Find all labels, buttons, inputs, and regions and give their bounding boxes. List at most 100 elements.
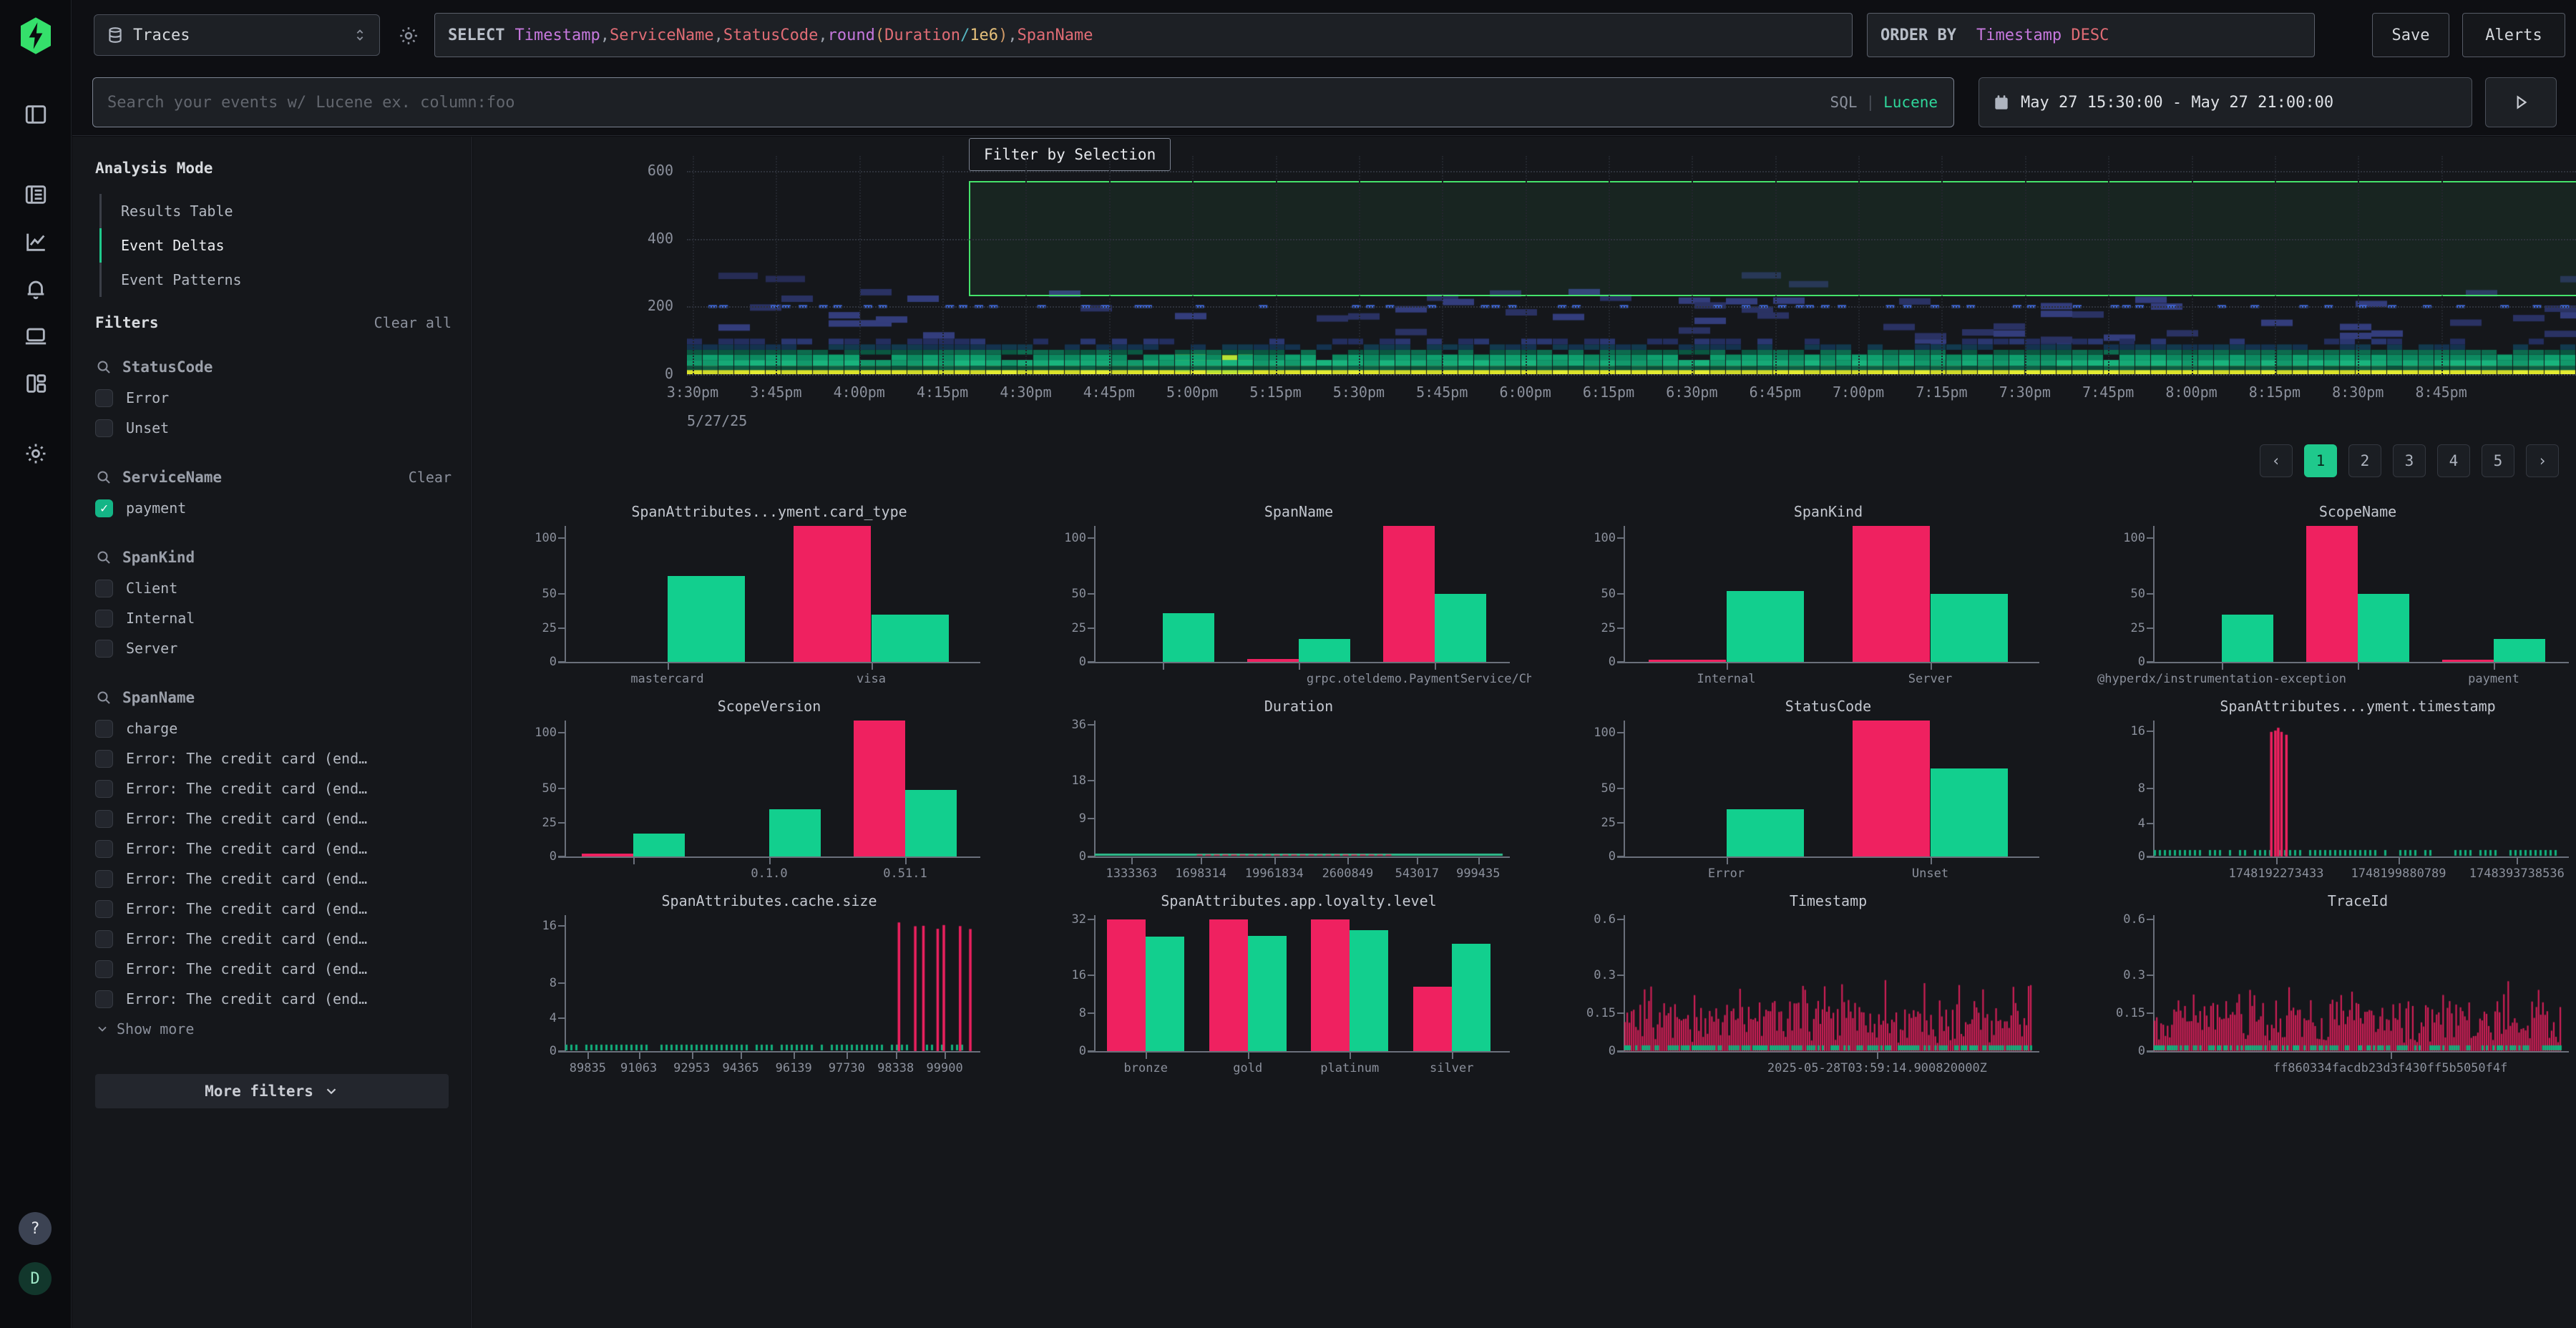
run-query-button[interactable] — [2485, 77, 2557, 127]
y-tick-label: 0 — [2095, 655, 2145, 669]
select-chevrons-icon — [352, 27, 368, 43]
pagination-page-4[interactable]: 4 — [2437, 444, 2470, 477]
analysis-mode-item-results-table[interactable]: Results Table — [99, 194, 457, 228]
x-tick-label: 1333363 — [1106, 866, 1157, 881]
analysis-mode-item-event-patterns[interactable]: Event Patterns — [99, 263, 457, 297]
outlier-bar — [794, 526, 871, 662]
filter-checkbox[interactable] — [95, 720, 113, 738]
filter-option[interactable]: Server — [95, 633, 466, 663]
filter-option[interactable]: Error: The credit card (end… — [95, 924, 466, 954]
filter-option[interactable]: Error: The credit card (end… — [95, 954, 466, 984]
filter-option[interactable]: Error: The credit card (end… — [95, 743, 466, 773]
filter-option[interactable]: Error: The credit card (end… — [95, 804, 466, 834]
search-input[interactable] — [93, 94, 1830, 112]
filter-option[interactable]: Error: The credit card (end… — [95, 773, 466, 804]
inlier-bar — [872, 615, 949, 663]
filter-checkbox[interactable] — [95, 900, 113, 918]
y-tick — [558, 537, 565, 539]
x-tick — [1274, 858, 1276, 864]
filter-checkbox[interactable] — [95, 990, 113, 1008]
query-language-toggle[interactable]: SQL | Lucene — [1830, 94, 1953, 111]
outlier-bar — [582, 854, 633, 856]
filter-option[interactable]: Error — [95, 383, 466, 413]
heatmap-v-gridline — [776, 156, 777, 374]
inlier-bar — [1452, 944, 1491, 1051]
pagination-page-2[interactable]: 2 — [2348, 444, 2381, 477]
filter-checkbox[interactable] — [95, 419, 113, 437]
filter-option[interactable]: charge — [95, 713, 466, 743]
filter-checkbox[interactable] — [95, 610, 113, 628]
heatmap-y-tick-label: 0 — [623, 365, 673, 382]
filter-by-selection-tooltip[interactable]: Filter by Selection — [969, 138, 1171, 171]
pagination-page-3[interactable]: 3 — [2393, 444, 2426, 477]
save-button[interactable]: Save — [2372, 13, 2449, 57]
filter-option-label: Error: The credit card (end… — [126, 810, 367, 827]
filter-group-clear-link[interactable]: Clear — [409, 469, 452, 486]
source-selector[interactable]: Traces — [94, 14, 380, 56]
y-tick-label: 50 — [1566, 781, 1616, 796]
query-token: , — [1008, 26, 1017, 44]
filter-checkbox[interactable] — [95, 640, 113, 658]
heatmap-v-gridline — [1359, 156, 1360, 374]
filter-option[interactable]: Error: The credit card (end… — [95, 894, 466, 924]
show-more-link[interactable]: Show more — [95, 1014, 466, 1044]
filter-checkbox[interactable] — [95, 810, 113, 828]
y-tick — [1617, 661, 1624, 663]
x-tick — [1931, 663, 1932, 670]
hyperdx-logo-icon[interactable] — [16, 16, 56, 56]
x-tick — [1877, 1053, 1878, 1059]
avatar[interactable]: D — [19, 1262, 52, 1295]
filter-checkbox[interactable] — [95, 389, 113, 407]
filter-option[interactable]: Internal — [95, 603, 466, 633]
filter-option[interactable]: Error: The credit card (end… — [95, 864, 466, 894]
alerts-bell-icon[interactable] — [21, 275, 50, 303]
query-token: Duration — [884, 26, 960, 44]
inlier-bar — [1299, 639, 1350, 662]
x-tick-label: visa — [857, 672, 886, 686]
x-tick — [2391, 1053, 2392, 1059]
filter-checkbox[interactable] — [95, 750, 113, 768]
heatmap-x-tick-label: 5:00pm — [1166, 384, 1218, 401]
sql-mode-option[interactable]: SQL — [1830, 94, 1858, 111]
filter-checkbox[interactable] — [95, 870, 113, 888]
filter-option[interactable]: Error: The credit card (end… — [95, 984, 466, 1014]
dashboards-icon[interactable] — [21, 369, 50, 398]
order-by-input[interactable]: ORDER BY Timestamp DESC — [1867, 13, 2315, 57]
filter-checkbox[interactable] — [95, 840, 113, 858]
search-icon — [95, 689, 112, 706]
filter-checkbox[interactable] — [95, 960, 113, 978]
filter-checkbox[interactable] — [95, 780, 113, 798]
analysis-mode-item-event-deltas[interactable]: Event Deltas — [99, 228, 457, 263]
pagination-prev-button[interactable]: ‹ — [2260, 444, 2293, 477]
histogram-y-axis — [1624, 721, 1625, 858]
source-settings-gear-icon[interactable] — [393, 20, 424, 52]
event-feed-icon[interactable] — [21, 180, 50, 209]
lucene-mode-option[interactable]: Lucene — [1883, 94, 1938, 111]
filter-checkbox[interactable] — [95, 580, 113, 597]
x-tick — [1201, 858, 1202, 864]
pagination-page-1[interactable]: 1 — [2304, 444, 2337, 477]
client-sessions-icon[interactable] — [21, 322, 50, 351]
filter-option[interactable]: Client — [95, 573, 466, 603]
time-range-picker[interactable]: May 27 15:30:00 - May 27 21:00:00 — [1979, 77, 2472, 127]
filter-option[interactable]: ✓payment — [95, 493, 466, 523]
pagination-next-button[interactable]: › — [2526, 444, 2559, 477]
filter-option[interactable]: Unset — [95, 413, 466, 443]
chevron-down-icon — [95, 1022, 109, 1036]
filter-checkbox[interactable]: ✓ — [95, 499, 113, 517]
more-filters-button[interactable]: More filters — [95, 1074, 449, 1108]
chart-explorer-icon[interactable] — [21, 228, 50, 256]
pagination-page-5[interactable]: 5 — [2482, 444, 2514, 477]
alerts-button[interactable]: Alerts — [2462, 13, 2565, 57]
panel-left-icon[interactable] — [21, 100, 50, 129]
y-tick-label: 8 — [1036, 1006, 1086, 1020]
settings-gear-icon[interactable] — [21, 439, 50, 468]
y-tick — [1088, 593, 1095, 595]
filter-checkbox[interactable] — [95, 930, 113, 948]
clear-all-link[interactable]: Clear all — [374, 314, 452, 331]
help-button[interactable]: ? — [19, 1212, 52, 1245]
hyperdx-app: ? D Traces SELECT Timestamp,ServiceName,… — [0, 0, 2576, 1328]
filter-option[interactable]: Error: The credit card (end… — [95, 834, 466, 864]
select-clause-input[interactable]: SELECT Timestamp,ServiceName,StatusCode,… — [434, 13, 1853, 57]
mode-item-label: Event Patterns — [121, 271, 242, 288]
